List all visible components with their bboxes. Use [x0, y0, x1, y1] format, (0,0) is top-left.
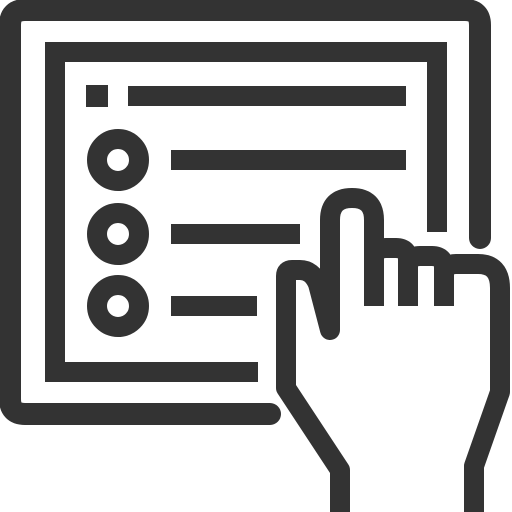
pointing-hand: [276, 188, 510, 512]
tablet-touch-list-icon: [0, 0, 512, 512]
hand-outline: [276, 188, 510, 512]
radio-option-3: [87, 275, 149, 337]
tablet-frame: [0, 0, 491, 425]
tablet-touch-list-svg: [0, 0, 510, 512]
list-header-marker: [86, 85, 108, 107]
radio-option-1: [87, 129, 149, 191]
radio-option-2: [87, 203, 149, 265]
